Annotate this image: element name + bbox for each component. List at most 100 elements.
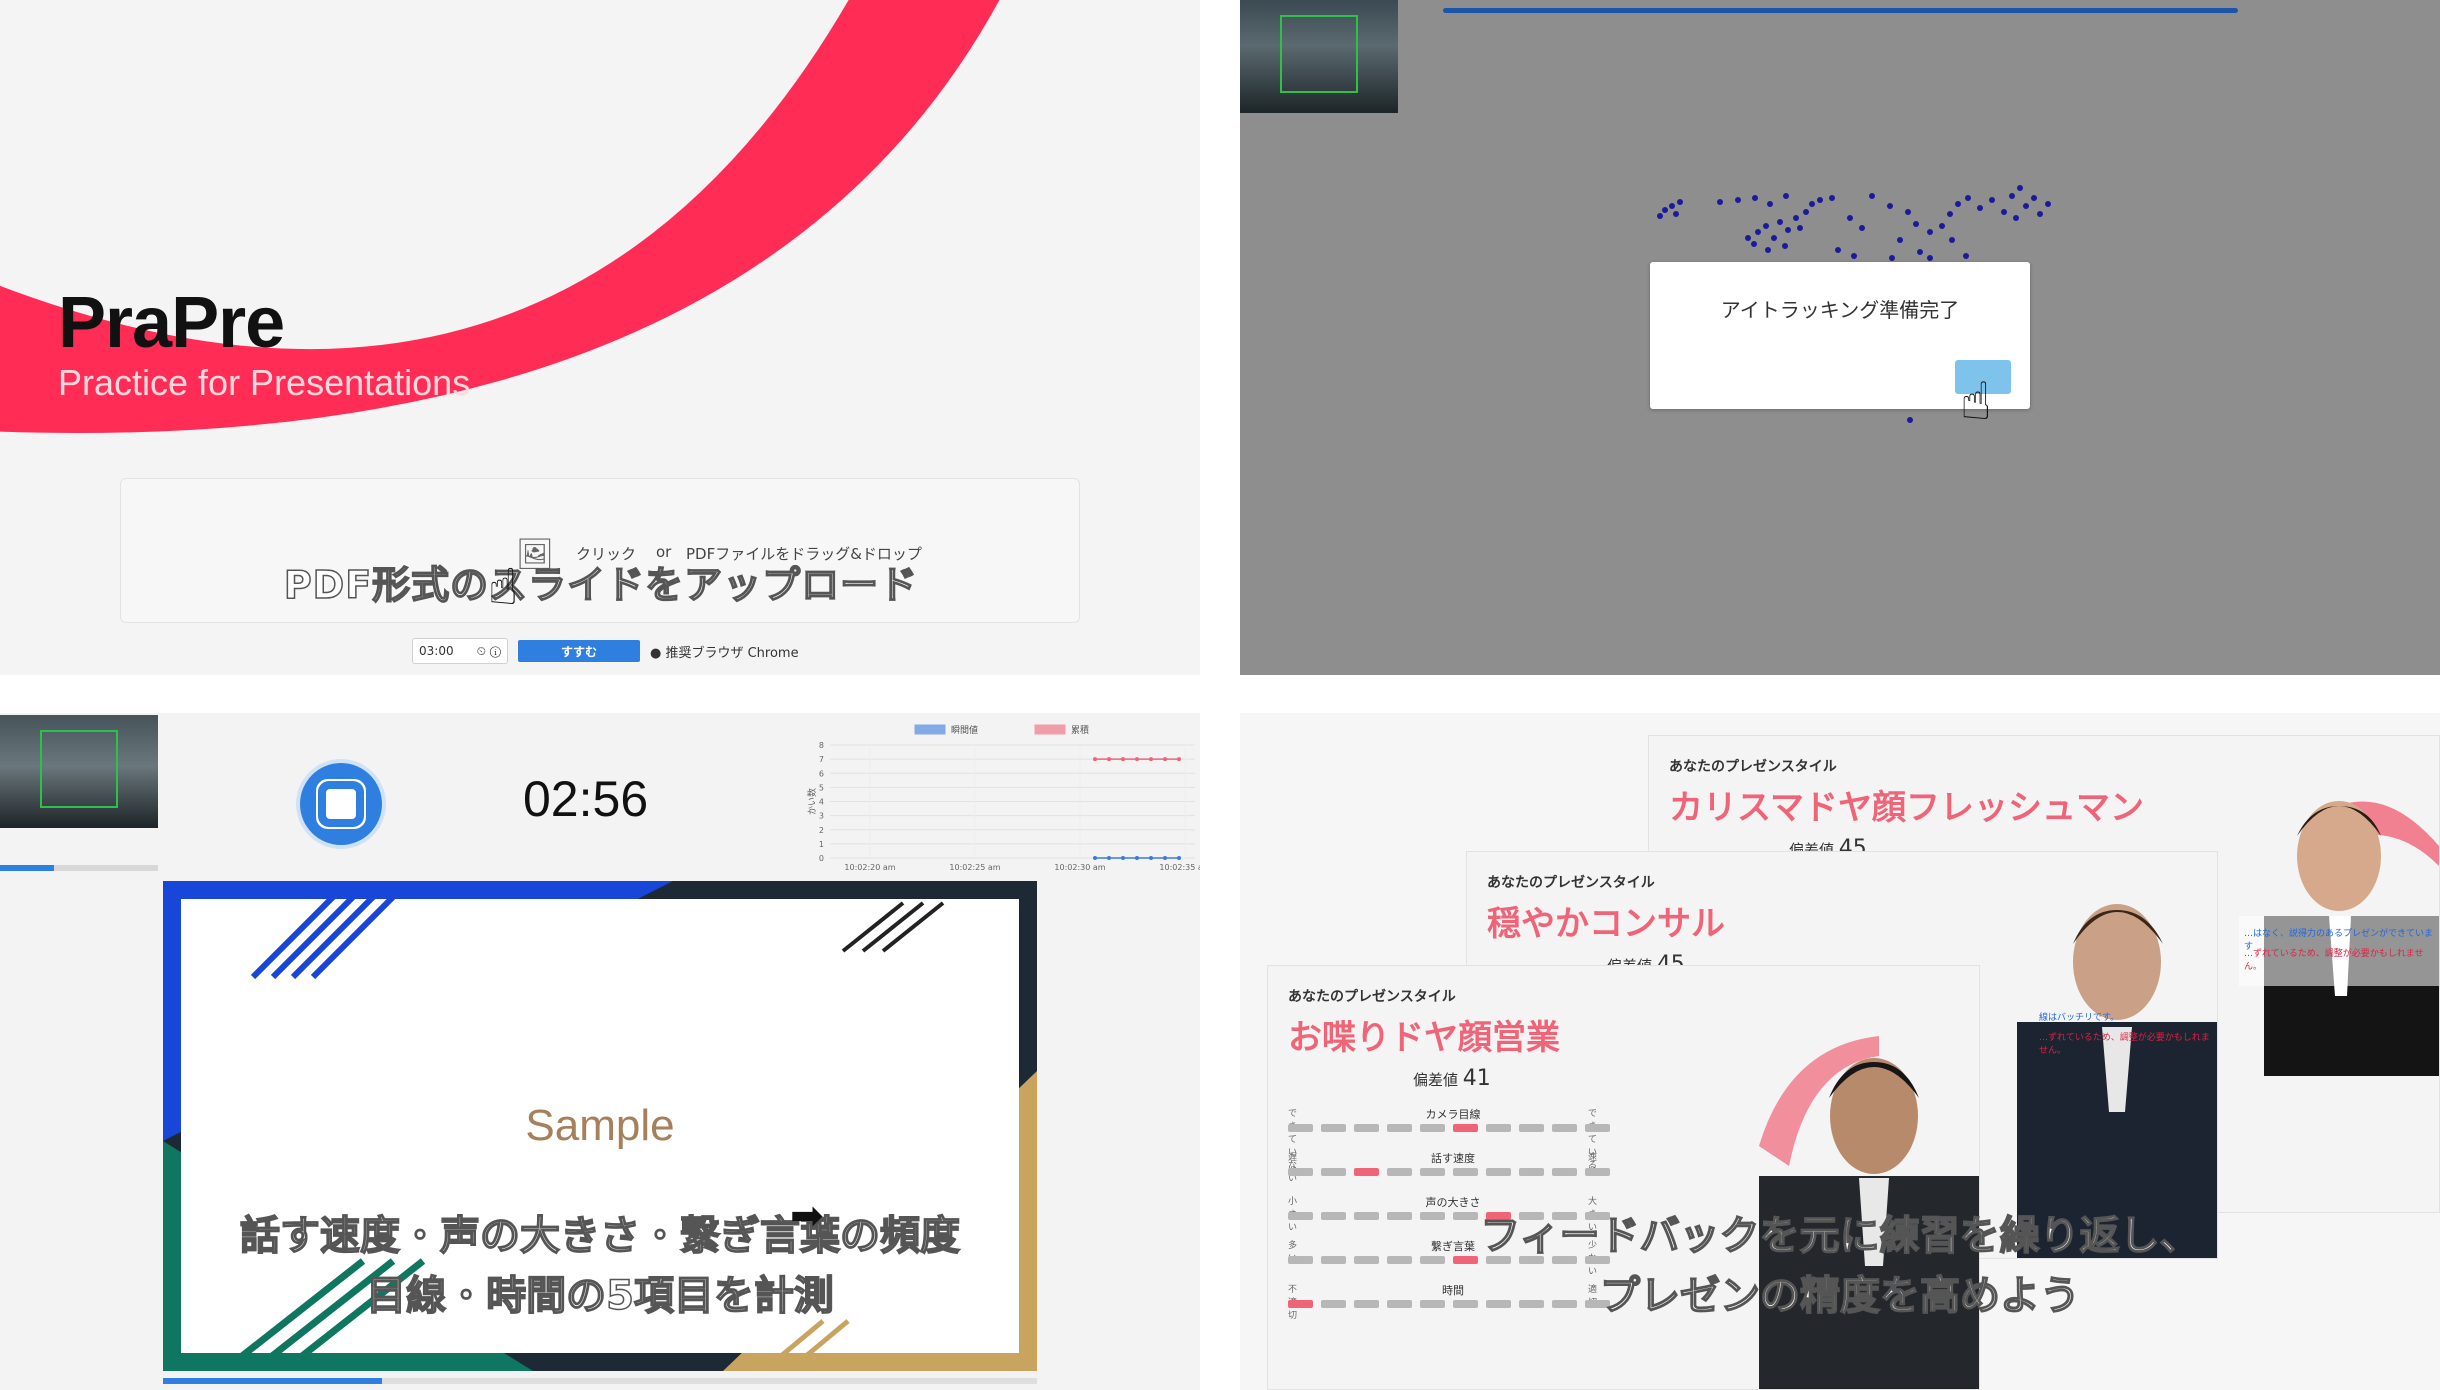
score: 偏差値 41	[1413, 1066, 1491, 1091]
y-tick-label: 2	[819, 826, 824, 835]
x-tick-label: 10:02:20 am	[844, 863, 895, 872]
x-tick-label: 10:02:30 am	[1054, 863, 1105, 872]
metric-scale-segment	[1288, 1124, 1313, 1132]
landing-panel: PraPre Practice for Presentations 🖼 クリック…	[0, 0, 1200, 675]
data-point	[1135, 856, 1139, 860]
data-point	[1093, 856, 1097, 860]
feedback-warning: …ずれているため、調整が必要かもしれません。	[2244, 949, 2424, 972]
y-tick-label: 1	[819, 840, 824, 849]
style-label: あなたのプレゼンスタイル	[1669, 759, 1837, 775]
metric-scale-segment	[1420, 1124, 1445, 1132]
metric-scale-segment	[1519, 1168, 1544, 1176]
legend-swatch	[914, 724, 946, 735]
app-subtitle: Practice for Presentations	[58, 362, 471, 403]
results-panel: あなたのプレゼンスタイル カリスマドヤ顔フレッシュマン 偏差値 45 …はなく、…	[1240, 713, 2440, 1390]
presenter-portrait	[2239, 801, 2439, 1076]
feature-caption-line2: 目線・時間の5項目を計測	[365, 1272, 834, 1320]
metric-scale-segment	[1486, 1124, 1511, 1132]
data-point	[1177, 757, 1181, 762]
y-tick-label: 0	[819, 854, 824, 863]
data-point	[1149, 757, 1153, 762]
elapsed-time: 02:56	[523, 771, 649, 827]
y-tick-label: 4	[819, 798, 824, 807]
style-label: あなたのプレゼンスタイル	[1288, 989, 1456, 1005]
feedback-caption-line2: プレゼンの精度を高めよう	[1599, 1272, 2081, 1320]
metric-scale-segment	[1354, 1168, 1379, 1176]
x-tick-label: 10:02:35 am	[1159, 863, 1200, 872]
proceed-button[interactable]: すすむ	[518, 640, 640, 662]
metric-scale	[1288, 1124, 1610, 1132]
metric-scale-segment	[1519, 1124, 1544, 1132]
legend-swatch	[1034, 724, 1066, 735]
metric-scale-segment	[1453, 1124, 1478, 1132]
score-value: 41	[1462, 1066, 1491, 1091]
upload-caption: PDF形式のスライドをアップロード	[283, 562, 919, 608]
data-point	[1107, 856, 1111, 860]
metric-name: 話す速度	[1431, 1152, 1475, 1165]
metric-scale-segment	[1486, 1168, 1511, 1176]
app-title: PraPre	[58, 283, 285, 363]
metric-scale	[1288, 1168, 1610, 1176]
y-tick-label: 5	[819, 783, 824, 792]
style-type: お喋りドヤ顔営業	[1288, 1018, 1560, 1058]
y-axis-label: かい数	[806, 788, 818, 815]
hand-cursor-icon: ☝	[1960, 372, 1992, 432]
start-controls: 03:00 ⏲ ⓘ すすむ ● 推奨ブラウザ Chrome	[412, 637, 799, 665]
style-type: 穏やかコンサル	[1487, 904, 1725, 944]
feedback-positive: 線はバッチリです。	[2039, 1013, 2120, 1023]
data-point	[1163, 757, 1167, 762]
legend-label: 瞬間値	[951, 724, 978, 736]
time-limit-input[interactable]: 03:00 ⏲ ⓘ	[412, 638, 508, 664]
clock-icon: ⏲ ⓘ	[476, 643, 501, 658]
stop-icon	[326, 789, 356, 819]
slide-progress-bar	[163, 1378, 1037, 1384]
webcam-preview	[0, 715, 158, 828]
style-label: あなたのプレゼンスタイル	[1487, 875, 1655, 891]
metric-scale-segment	[1453, 1168, 1478, 1176]
data-point	[1121, 757, 1125, 762]
x-tick-label: 10:02:25 am	[949, 863, 1000, 872]
metric-scale-segment	[1321, 1168, 1346, 1176]
result-card-1: あなたのプレゼンスタイル お喋りドヤ顔営業 偏差値 41 できていないカメラ目線…	[1267, 965, 1980, 1390]
metric-scale-segment	[1321, 1124, 1346, 1132]
pdf-dropzone[interactable]: 🖼 クリック or PDFファイルをドラッグ&ドロップ PDF形式のスライドをア…	[120, 478, 1080, 623]
feedback-warning: …ずれているため、調整が必要かもしれません。	[2039, 1033, 2210, 1056]
metric-scale-segment	[1552, 1168, 1577, 1176]
data-point	[1149, 856, 1153, 860]
time-limit-value: 03:00	[419, 644, 454, 658]
data-point	[1093, 757, 1097, 762]
browser-recommendation: ● 推奨ブラウザ Chrome	[650, 645, 799, 661]
feature-caption-line1: 話す速度・声の大きさ・繋ぎ言葉の頻度	[239, 1212, 961, 1260]
y-tick-label: 3	[819, 812, 824, 821]
metric-scale-segment	[1552, 1124, 1577, 1132]
y-tick-label: 6	[819, 769, 824, 778]
arrow-cursor-icon: ➡	[790, 1193, 824, 1239]
score-label: 偏差値	[1413, 1071, 1459, 1089]
metric-scale-segment	[1420, 1168, 1445, 1176]
presenter-portrait	[1759, 1036, 1979, 1389]
data-point	[1163, 856, 1167, 860]
y-tick-label: 8	[819, 741, 824, 750]
data-point	[1121, 856, 1125, 860]
metric-scale-segment	[1387, 1168, 1412, 1176]
legend-label: 累積	[1071, 724, 1089, 736]
stop-recording-button[interactable]	[300, 763, 382, 845]
face-detection-box	[40, 730, 118, 808]
metric-scale-segment	[1387, 1124, 1412, 1132]
slide-title: Sample	[525, 1101, 675, 1150]
data-point	[1177, 856, 1181, 860]
metric-scale-segment	[1288, 1168, 1313, 1176]
recording-panel: 02:56 0 1 2 3 4 5 6 7 8 10:02:20 am 10:02:25 am 10:…	[0, 713, 1200, 1390]
audio-level-bar	[0, 865, 158, 871]
hand-cursor-icon: ☝	[488, 558, 519, 616]
live-metric-chart: 0 1 2 3 4 5 6 7 8 10:02:20 am 10:02:25 am 10:02:30 …	[806, 724, 1200, 872]
data-point	[1107, 757, 1111, 762]
eye-tracking-panel: アイトラッキング準備完了 ☝	[1240, 0, 2440, 675]
metric-scale-segment	[1585, 1168, 1610, 1176]
metric-scale-segment	[1585, 1124, 1610, 1132]
style-type: カリスマドヤ顔フレッシュマン	[1669, 788, 2144, 828]
dialog-message: アイトラッキング準備完了	[1720, 298, 1960, 322]
y-tick-label: 7	[819, 755, 824, 764]
feedback-caption-line1: フィードバックを元に練習を繰り返し、	[1480, 1212, 2201, 1260]
metric-scale-segment	[1354, 1124, 1379, 1132]
